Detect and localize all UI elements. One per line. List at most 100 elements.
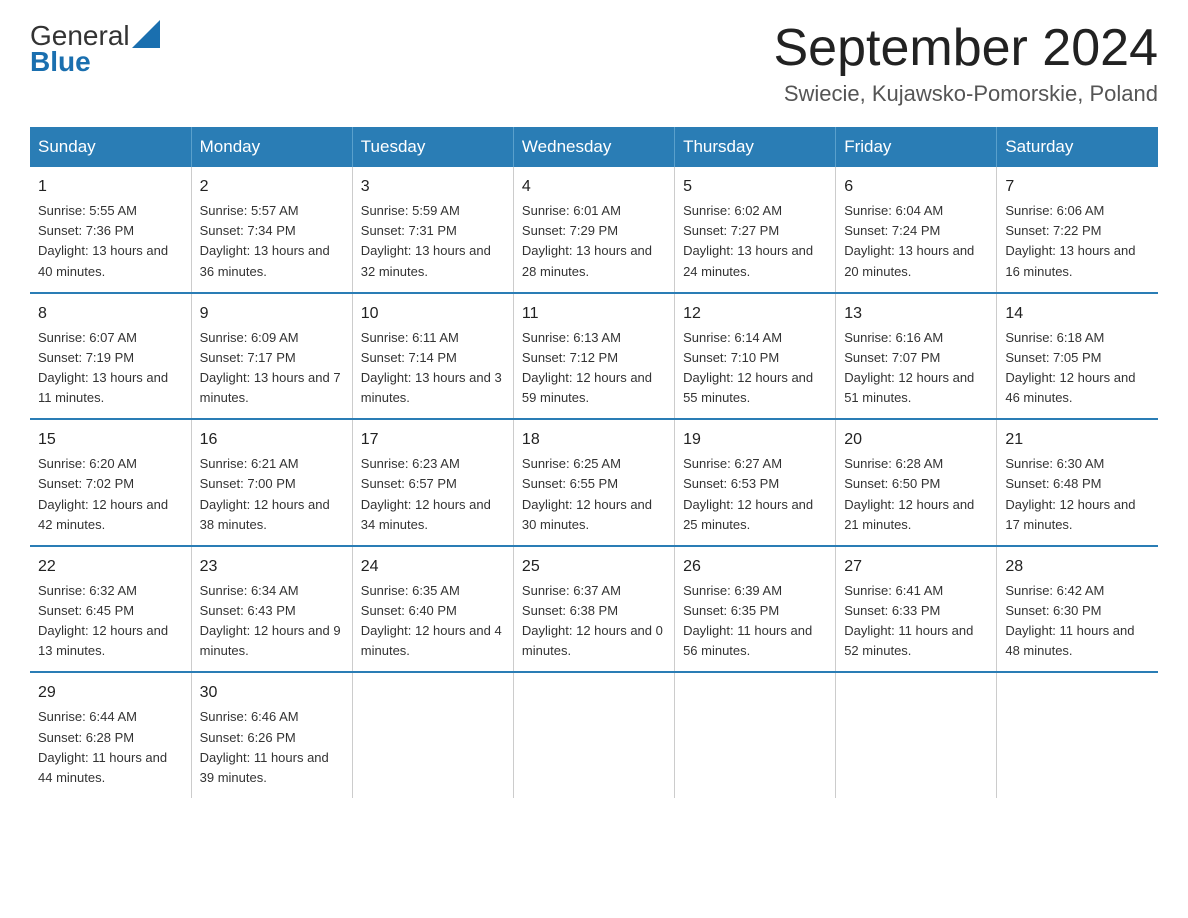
calendar-cell [675, 672, 836, 798]
calendar-week-row: 8 Sunrise: 6:07 AMSunset: 7:19 PMDaylight… [30, 293, 1158, 420]
calendar-week-row: 22 Sunrise: 6:32 AMSunset: 6:45 PMDayligh… [30, 546, 1158, 673]
calendar-header-wednesday: Wednesday [513, 127, 674, 167]
day-number: 5 [683, 175, 827, 199]
calendar-header-friday: Friday [836, 127, 997, 167]
day-info: Sunrise: 6:18 AMSunset: 7:05 PMDaylight:… [1005, 330, 1135, 405]
day-info: Sunrise: 6:20 AMSunset: 7:02 PMDaylight:… [38, 456, 168, 531]
calendar-cell: 28 Sunrise: 6:42 AMSunset: 6:30 PMDayligh… [997, 546, 1158, 673]
day-info: Sunrise: 6:30 AMSunset: 6:48 PMDaylight:… [1005, 456, 1135, 531]
calendar-cell: 27 Sunrise: 6:41 AMSunset: 6:33 PMDayligh… [836, 546, 997, 673]
day-number: 28 [1005, 555, 1150, 579]
day-number: 25 [522, 555, 666, 579]
logo-text-blue: Blue [30, 46, 91, 78]
location: Swiecie, Kujawsko-Pomorskie, Poland [774, 81, 1159, 107]
day-info: Sunrise: 6:39 AMSunset: 6:35 PMDaylight:… [683, 583, 812, 658]
day-number: 23 [200, 555, 344, 579]
calendar-cell: 6 Sunrise: 6:04 AMSunset: 7:24 PMDaylight… [836, 167, 997, 293]
day-info: Sunrise: 5:59 AMSunset: 7:31 PMDaylight:… [361, 203, 491, 278]
calendar-table: SundayMondayTuesdayWednesdayThursdayFrid… [30, 127, 1158, 798]
day-info: Sunrise: 6:28 AMSunset: 6:50 PMDaylight:… [844, 456, 974, 531]
day-info: Sunrise: 6:37 AMSunset: 6:38 PMDaylight:… [522, 583, 663, 658]
day-info: Sunrise: 6:27 AMSunset: 6:53 PMDaylight:… [683, 456, 813, 531]
calendar-cell: 4 Sunrise: 6:01 AMSunset: 7:29 PMDaylight… [513, 167, 674, 293]
day-info: Sunrise: 6:11 AMSunset: 7:14 PMDaylight:… [361, 330, 502, 405]
calendar-cell [836, 672, 997, 798]
calendar-cell [513, 672, 674, 798]
page-header: General Blue September 2024 Swiecie, Kuj… [30, 20, 1158, 107]
day-number: 9 [200, 302, 344, 326]
day-number: 19 [683, 428, 827, 452]
calendar-cell: 5 Sunrise: 6:02 AMSunset: 7:27 PMDaylight… [675, 167, 836, 293]
day-info: Sunrise: 6:09 AMSunset: 7:17 PMDaylight:… [200, 330, 341, 405]
day-info: Sunrise: 6:16 AMSunset: 7:07 PMDaylight:… [844, 330, 974, 405]
day-number: 29 [38, 681, 183, 705]
day-number: 10 [361, 302, 505, 326]
day-number: 11 [522, 302, 666, 326]
day-info: Sunrise: 6:32 AMSunset: 6:45 PMDaylight:… [38, 583, 168, 658]
day-number: 1 [38, 175, 183, 199]
day-info: Sunrise: 6:42 AMSunset: 6:30 PMDaylight:… [1005, 583, 1134, 658]
day-info: Sunrise: 6:21 AMSunset: 7:00 PMDaylight:… [200, 456, 330, 531]
day-number: 8 [38, 302, 183, 326]
calendar-cell: 26 Sunrise: 6:39 AMSunset: 6:35 PMDayligh… [675, 546, 836, 673]
day-number: 12 [683, 302, 827, 326]
day-number: 2 [200, 175, 344, 199]
day-info: Sunrise: 6:07 AMSunset: 7:19 PMDaylight:… [38, 330, 168, 405]
calendar-cell: 16Sunrise: 6:21 AMSunset: 7:00 PMDayligh… [191, 419, 352, 546]
day-number: 26 [683, 555, 827, 579]
day-info: Sunrise: 6:46 AMSunset: 6:26 PMDaylight:… [200, 709, 329, 784]
calendar-cell: 18Sunrise: 6:25 AMSunset: 6:55 PMDayligh… [513, 419, 674, 546]
calendar-cell: 13 Sunrise: 6:16 AMSunset: 7:07 PMDayligh… [836, 293, 997, 420]
calendar-cell: 29 Sunrise: 6:44 AMSunset: 6:28 PMDayligh… [30, 672, 191, 798]
title-block: September 2024 Swiecie, Kujawsko-Pomorsk… [774, 20, 1159, 107]
calendar-cell: 12Sunrise: 6:14 AMSunset: 7:10 PMDayligh… [675, 293, 836, 420]
day-number: 4 [522, 175, 666, 199]
day-number: 22 [38, 555, 183, 579]
calendar-cell: 15 Sunrise: 6:20 AMSunset: 7:02 PMDayligh… [30, 419, 191, 546]
calendar-cell: 7Sunrise: 6:06 AMSunset: 7:22 PMDaylight… [997, 167, 1158, 293]
calendar-week-row: 1 Sunrise: 5:55 AMSunset: 7:36 PMDaylight… [30, 167, 1158, 293]
day-info: Sunrise: 5:55 AMSunset: 7:36 PMDaylight:… [38, 203, 168, 278]
day-number: 6 [844, 175, 988, 199]
day-info: Sunrise: 6:02 AMSunset: 7:27 PMDaylight:… [683, 203, 813, 278]
calendar-cell: 20 Sunrise: 6:28 AMSunset: 6:50 PMDayligh… [836, 419, 997, 546]
calendar-cell: 30 Sunrise: 6:46 AMSunset: 6:26 PMDayligh… [191, 672, 352, 798]
day-number: 24 [361, 555, 505, 579]
calendar-header-saturday: Saturday [997, 127, 1158, 167]
calendar-header-monday: Monday [191, 127, 352, 167]
day-info: Sunrise: 6:25 AMSunset: 6:55 PMDaylight:… [522, 456, 652, 531]
calendar-header-tuesday: Tuesday [352, 127, 513, 167]
day-info: Sunrise: 6:41 AMSunset: 6:33 PMDaylight:… [844, 583, 973, 658]
day-info: Sunrise: 5:57 AMSunset: 7:34 PMDaylight:… [200, 203, 330, 278]
day-info: Sunrise: 6:01 AMSunset: 7:29 PMDaylight:… [522, 203, 652, 278]
day-number: 13 [844, 302, 988, 326]
day-number: 27 [844, 555, 988, 579]
day-number: 20 [844, 428, 988, 452]
calendar-cell: 25 Sunrise: 6:37 AMSunset: 6:38 PMDayligh… [513, 546, 674, 673]
calendar-cell: 11Sunrise: 6:13 AMSunset: 7:12 PMDayligh… [513, 293, 674, 420]
calendar-cell: 23Sunrise: 6:34 AMSunset: 6:43 PMDayligh… [191, 546, 352, 673]
calendar-week-row: 15 Sunrise: 6:20 AMSunset: 7:02 PMDayligh… [30, 419, 1158, 546]
day-number: 21 [1005, 428, 1150, 452]
day-info: Sunrise: 6:04 AMSunset: 7:24 PMDaylight:… [844, 203, 974, 278]
calendar-week-row: 29 Sunrise: 6:44 AMSunset: 6:28 PMDayligh… [30, 672, 1158, 798]
calendar-cell: 1 Sunrise: 5:55 AMSunset: 7:36 PMDaylight… [30, 167, 191, 293]
calendar-header-row: SundayMondayTuesdayWednesdayThursdayFrid… [30, 127, 1158, 167]
day-number: 14 [1005, 302, 1150, 326]
day-info: Sunrise: 6:35 AMSunset: 6:40 PMDaylight:… [361, 583, 502, 658]
day-number: 30 [200, 681, 344, 705]
day-number: 17 [361, 428, 505, 452]
calendar-cell: 17 Sunrise: 6:23 AMSunset: 6:57 PMDayligh… [352, 419, 513, 546]
calendar-cell: 22 Sunrise: 6:32 AMSunset: 6:45 PMDayligh… [30, 546, 191, 673]
calendar-cell: 3Sunrise: 5:59 AMSunset: 7:31 PMDaylight… [352, 167, 513, 293]
day-info: Sunrise: 6:44 AMSunset: 6:28 PMDaylight:… [38, 709, 167, 784]
day-number: 15 [38, 428, 183, 452]
calendar-cell: 14 Sunrise: 6:18 AMSunset: 7:05 PMDayligh… [997, 293, 1158, 420]
day-number: 7 [1005, 175, 1150, 199]
calendar-cell [352, 672, 513, 798]
month-title: September 2024 [774, 20, 1159, 77]
calendar-cell: 24 Sunrise: 6:35 AMSunset: 6:40 PMDayligh… [352, 546, 513, 673]
calendar-cell [997, 672, 1158, 798]
logo: General Blue [30, 20, 160, 78]
day-info: Sunrise: 6:23 AMSunset: 6:57 PMDaylight:… [361, 456, 491, 531]
